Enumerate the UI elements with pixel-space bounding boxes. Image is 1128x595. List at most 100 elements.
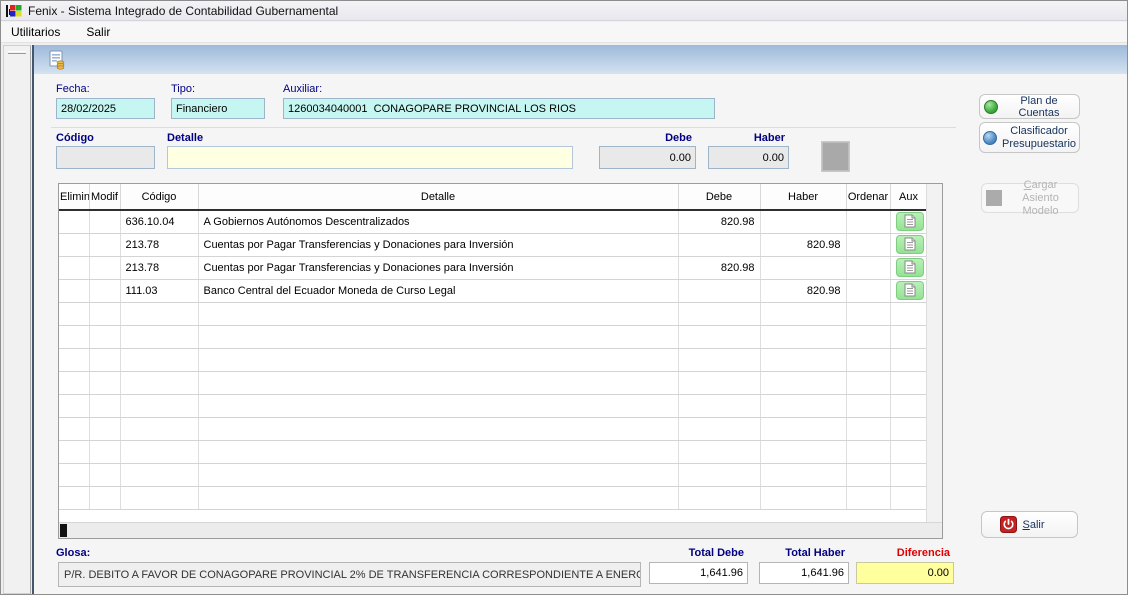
table-row[interactable]: [59, 394, 927, 417]
table-row[interactable]: [59, 302, 927, 325]
auxiliar-field[interactable]: 1260034040001 CONAGOPARE PROVINCIAL LOS …: [283, 98, 715, 119]
new-document-icon[interactable]: [47, 50, 67, 70]
table-row[interactable]: [59, 417, 927, 440]
debe-label: Debe: [599, 132, 692, 144]
scrollbar-thumb[interactable]: [60, 524, 67, 537]
table-row[interactable]: 111.03Banco Central del Ecuador Moneda d…: [59, 279, 927, 302]
cell-haber: [760, 348, 846, 371]
codigo-input[interactable]: [56, 146, 155, 169]
cell-debe: [678, 440, 760, 463]
cell-detalle: [198, 371, 678, 394]
cell-codigo: [120, 486, 198, 509]
cell-detalle: [198, 394, 678, 417]
menu-bar: Utilitarios Salir: [1, 22, 1128, 43]
cell-detalle: [198, 348, 678, 371]
menu-utilitarios[interactable]: Utilitarios: [9, 23, 62, 41]
cell-codigo: 213.78: [120, 233, 198, 256]
cell-ordenar: [846, 371, 890, 394]
clasificador-label: Clasificador Presupuestario: [1002, 125, 1076, 151]
detalle-input[interactable]: [167, 146, 573, 169]
col-codigo: Código: [120, 184, 198, 210]
cell-codigo: [120, 394, 198, 417]
cell-haber: [760, 463, 846, 486]
cell-debe: [678, 348, 760, 371]
cell-haber: [760, 325, 846, 348]
total-debe-field: 1,641.96: [649, 562, 748, 584]
cell-detalle: [198, 325, 678, 348]
cell-haber: [760, 486, 846, 509]
cell-debe: [678, 417, 760, 440]
cargar-asiento-label: Cargar Asiento Modelo: [1007, 179, 1074, 218]
table-header-row: Elimin Modif Código Detalle Debe Haber O…: [59, 184, 927, 210]
cell-elimin: [59, 279, 89, 302]
aux-document-button[interactable]: [896, 258, 924, 277]
cell-codigo: [120, 417, 198, 440]
cell-modif: [89, 233, 120, 256]
cell-modif: [89, 256, 120, 279]
table-row[interactable]: [59, 325, 927, 348]
entries-table: Elimin Modif Código Detalle Debe Haber O…: [59, 184, 928, 510]
cell-modif: [89, 348, 120, 371]
cell-haber: [760, 394, 846, 417]
cell-debe: [678, 394, 760, 417]
cell-debe: [678, 233, 760, 256]
gray-square-icon: [986, 190, 1002, 206]
cell-detalle: [198, 302, 678, 325]
menu-salir[interactable]: Salir: [84, 23, 112, 41]
cell-modif: [89, 371, 120, 394]
table-row[interactable]: [59, 371, 927, 394]
table-row[interactable]: 636.10.04A Gobiernos Autónomos Descentra…: [59, 210, 927, 233]
application-window: Fenix - Sistema Integrado de Contabilida…: [0, 0, 1128, 595]
cell-elimin: [59, 394, 89, 417]
toolbar: [34, 45, 1127, 74]
table-row[interactable]: 213.78Cuentas por Pagar Transferencias y…: [59, 256, 927, 279]
table-row[interactable]: [59, 463, 927, 486]
collapsed-side-panel[interactable]: [3, 45, 31, 594]
aux-document-button[interactable]: [896, 281, 924, 300]
separator-line: [51, 127, 956, 128]
col-detalle: Detalle: [198, 184, 678, 210]
cargar-asiento-modelo-button[interactable]: Cargar Asiento Modelo: [981, 183, 1079, 213]
cell-codigo: [120, 463, 198, 486]
aux-document-button[interactable]: [896, 235, 924, 254]
plan-de-cuentas-label: Plan de Cuentas: [1003, 95, 1075, 119]
add-entry-button[interactable]: [821, 141, 850, 172]
glosa-input[interactable]: P/R. DEBITO A FAVOR DE CONAGOPARE PROVIN…: [58, 562, 641, 587]
panel-grip-handle[interactable]: [8, 51, 26, 54]
clasificador-presupuestario-button[interactable]: Clasificador Presupuestario: [979, 122, 1080, 153]
cell-aux: [890, 463, 927, 486]
cell-debe: [678, 371, 760, 394]
aux-document-button[interactable]: [896, 212, 924, 231]
vertical-scrollbar[interactable]: [926, 184, 942, 523]
cell-modif: [89, 302, 120, 325]
cell-elimin: [59, 348, 89, 371]
cell-haber: [760, 256, 846, 279]
cell-codigo: 213.78: [120, 256, 198, 279]
cell-aux: [890, 256, 927, 279]
cell-detalle: Banco Central del Ecuador Moneda de Curs…: [198, 279, 678, 302]
table-row[interactable]: [59, 440, 927, 463]
cell-elimin: [59, 440, 89, 463]
cell-ordenar: [846, 210, 890, 233]
cell-ordenar: [846, 256, 890, 279]
cell-debe: [678, 279, 760, 302]
horizontal-scrollbar[interactable]: [59, 522, 942, 538]
fecha-field[interactable]: 28/02/2025: [56, 98, 155, 119]
cell-haber: 820.98: [760, 279, 846, 302]
glosa-label: Glosa:: [56, 547, 90, 559]
cell-modif: [89, 279, 120, 302]
cell-aux: [890, 348, 927, 371]
cell-ordenar: [846, 440, 890, 463]
debe-input[interactable]: 0.00: [599, 146, 696, 169]
tipo-field[interactable]: Financiero: [171, 98, 265, 119]
plan-de-cuentas-button[interactable]: Plan de Cuentas: [979, 94, 1080, 119]
cell-modif: [89, 325, 120, 348]
salir-button[interactable]: Salir: [981, 511, 1078, 538]
table-row[interactable]: [59, 348, 927, 371]
table-row[interactable]: [59, 486, 927, 509]
cell-codigo: [120, 302, 198, 325]
green-sphere-icon: [984, 100, 998, 114]
power-icon: [1000, 516, 1017, 533]
haber-input[interactable]: 0.00: [708, 146, 789, 169]
table-row[interactable]: 213.78Cuentas por Pagar Transferencias y…: [59, 233, 927, 256]
